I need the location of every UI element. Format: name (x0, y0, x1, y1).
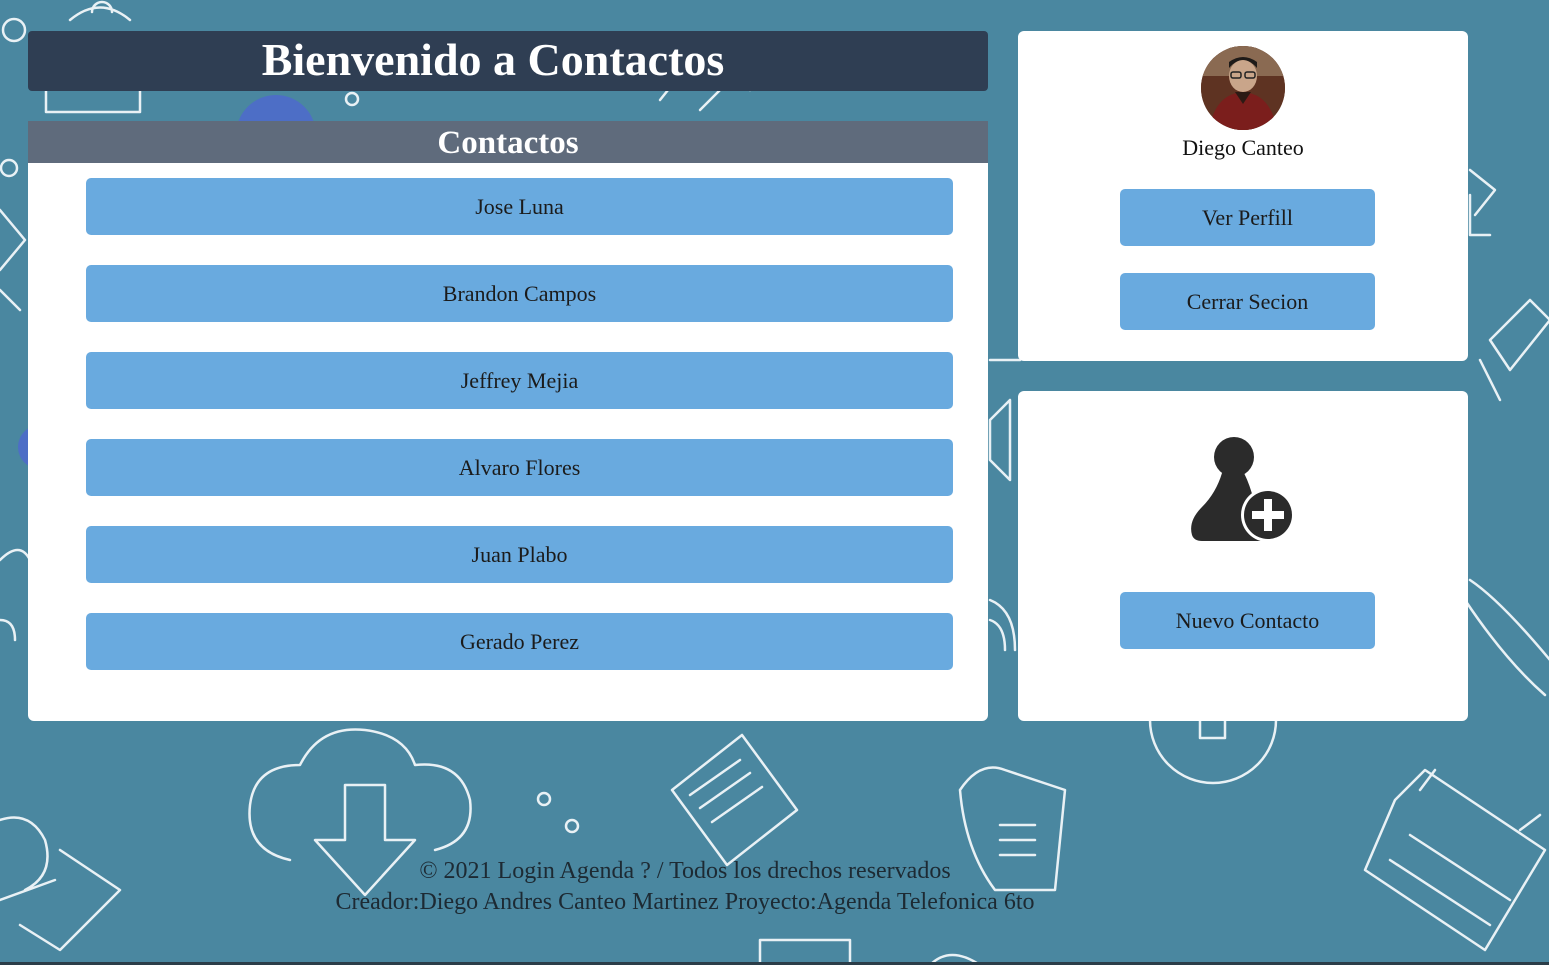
contact-button-jose-luna[interactable]: Jose Luna (86, 178, 953, 235)
contact-button-juan-plabo[interactable]: Juan Plabo (86, 526, 953, 583)
new-contact-button[interactable]: Nuevo Contacto (1120, 592, 1375, 649)
add-user-icon[interactable] (1186, 433, 1296, 543)
contact-button-jeffrey-mejia[interactable]: Jeffrey Mejia (86, 352, 953, 409)
view-profile-button[interactable]: Ver Perfill (1120, 189, 1375, 246)
footer-copyright: © 2021 Login Agenda ? / Todos los drecho… (419, 858, 951, 884)
page-title: Bienvenido a Contactos (28, 31, 988, 91)
footer: © 2021 Login Agenda ? / Todos los drecho… (0, 856, 1370, 918)
footer-credits: Creador:Diego Andres Canteo Martinez Pro… (335, 889, 1035, 915)
logout-button[interactable]: Cerrar Secion (1120, 273, 1375, 330)
user-name: Diego Canteo (1182, 135, 1304, 160)
contact-button-gerado-perez[interactable]: Gerado Perez (86, 613, 953, 670)
contacts-panel: Contactos Jose Luna Brandon Campos Jeffr… (28, 121, 988, 721)
contact-list: Jose Luna Brandon Campos Jeffrey Mejia A… (86, 178, 954, 700)
contacts-heading: Contactos (28, 121, 988, 163)
avatar[interactable] (1201, 46, 1285, 130)
contact-button-brandon-campos[interactable]: Brandon Campos (86, 265, 953, 322)
profile-card: Diego Canteo Ver Perfill Cerrar Secion (1018, 31, 1468, 361)
new-contact-card: Nuevo Contacto (1018, 391, 1468, 721)
user-photo-icon (1201, 46, 1285, 130)
contact-button-alvaro-flores[interactable]: Alvaro Flores (86, 439, 953, 496)
